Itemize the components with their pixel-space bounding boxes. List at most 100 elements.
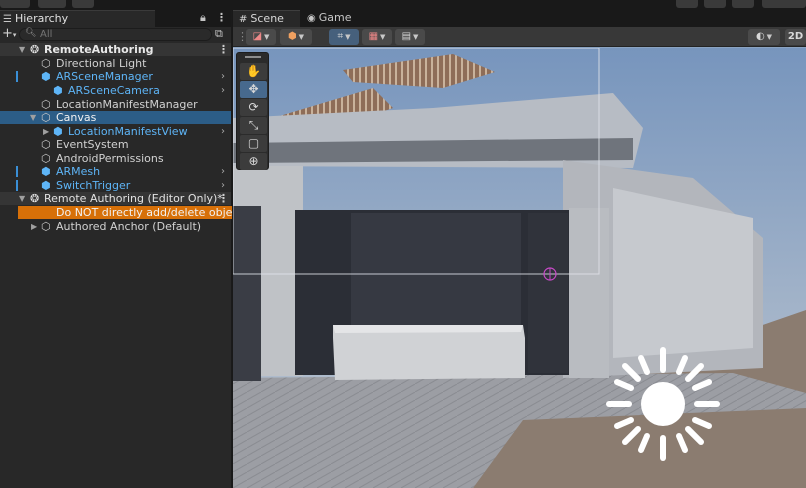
scene-viewport[interactable]: ✋ ✥ ⟳ ⤡ ▢ ⊕ (233, 47, 806, 488)
rect-icon: ▢ (247, 136, 260, 150)
collapse-arrow-icon[interactable]: ▶ (31, 220, 37, 233)
cloud-button[interactable] (38, 0, 66, 8)
prefab-cube-icon: ⬢ (53, 125, 63, 138)
grid-snap-dropdown[interactable]: ⌗ ▼ (329, 29, 359, 45)
hierarchy-item-arscenecamera[interactable]: ⬢ ARSceneCamera › (0, 84, 231, 97)
expand-arrow-icon[interactable]: ▼ (19, 192, 25, 205)
tab-hierarchy[interactable]: ☰ Hierarchy (0, 10, 155, 27)
hierarchy-item-armesh[interactable]: ⬢ ARMesh › (0, 165, 231, 178)
game-tab-label: Game (318, 11, 352, 24)
grid-snap-icon: ⌗ (337, 31, 344, 42)
search-icon: 🔍︎ (25, 28, 37, 38)
hierarchy-search[interactable]: 🔍︎ (19, 28, 212, 41)
tab-scene[interactable]: # Scene (233, 10, 300, 27)
top-toolbar (0, 0, 806, 10)
chevron-down-icon: ▼ (264, 33, 270, 41)
move-icon: ✥ (248, 82, 259, 96)
list-icon: ☰ (3, 14, 12, 25)
expand-arrow-icon[interactable]: ▼ (30, 111, 36, 124)
layout-button[interactable] (762, 0, 806, 8)
overlay-grip[interactable] (245, 56, 261, 58)
scale-tool-button[interactable]: ⤡ (240, 117, 267, 134)
account-button[interactable] (0, 0, 30, 8)
hierarchy-item-directional-light[interactable]: ⬡ Directional Light (0, 57, 231, 70)
hierarchy-search-row: +▾ 🔍︎ ⧉ (0, 26, 231, 42)
unity-logo-icon: ❂ (30, 192, 40, 205)
chevron-right-icon[interactable]: › (221, 70, 225, 83)
search-input[interactable] (40, 29, 200, 40)
prefab-cube-icon: ⬢ (53, 84, 63, 97)
hierarchy-item-switchtrigger[interactable]: ⬢ SwitchTrigger › (0, 179, 231, 192)
hierarchy-item-eventsystem[interactable]: ⬡ EventSystem (0, 138, 231, 151)
gameobject-cube-icon: ⬡ (41, 57, 51, 70)
scene-name: RemoteAuthoring (44, 43, 154, 56)
item-label: Directional Light (56, 57, 147, 70)
hierarchy-item-locationmanifestmanager[interactable]: ⬡ LocationManifestManager (0, 98, 231, 111)
hierarchy-panel: ☰Hierarchy 🔒︎ ⋮ +▾ 🔍︎ ⧉ ▼ ❂ RemoteAuthor… (0, 10, 232, 488)
add-object-button[interactable]: +▾ (2, 26, 16, 41)
item-label: AndroidPermissions (56, 152, 164, 165)
kebab-menu-icon[interactable]: ⋮ (216, 11, 227, 24)
tab-game[interactable]: ◉ Game (301, 10, 361, 27)
hierarchy-tab-label: Hierarchy (14, 12, 69, 25)
prefab-cube-icon: ⬢ (41, 70, 51, 83)
chevron-down-icon: ▼ (298, 33, 305, 41)
chevron-right-icon[interactable]: › (221, 165, 225, 178)
scene-menu-icon[interactable]: ⋮ (218, 43, 229, 56)
scene-row-remote-authoring-editor-only[interactable]: ▼ ❂ Remote Authoring (Editor Only)* ⋮ (0, 192, 231, 205)
gameobject-cube-icon: ⬡ (41, 111, 51, 124)
play-button[interactable] (676, 0, 698, 8)
gizmo-grid-dropdown[interactable]: ▦ ▼ (362, 29, 392, 45)
prefab-cube-icon: ⬢ (41, 179, 51, 192)
scene-panel: ✋ ✥ ⟳ ⤡ ▢ ⊕ # Scene ◉ Game ⋮ ◪ ▼ ⬢ ▼ ⌗ ▼ ▦ ▼ ▤… (233, 10, 806, 488)
expand-arrow-icon[interactable]: ▼ (19, 43, 25, 56)
rotate-tool-button[interactable]: ⟳ (240, 99, 267, 116)
lock-icon[interactable]: 🔒︎ (200, 11, 206, 25)
chevron-down-icon: ▼ (345, 33, 351, 41)
hierarchy-item-authored-anchor[interactable]: ▶ ⬡ Authored Anchor (Default) (0, 220, 231, 233)
scene-row-remote-authoring[interactable]: ▼ ❂ RemoteAuthoring ⋮ (0, 43, 231, 56)
draw-mode-dropdown[interactable]: ◪ ▼ (246, 29, 276, 45)
draw-mode-icon: ◪ (252, 31, 263, 42)
filter-icon[interactable]: ⧉ (215, 27, 223, 41)
hierarchy-item-androidpermissions[interactable]: ⬡ AndroidPermissions (0, 152, 231, 165)
render-mode-dropdown[interactable]: ⬢ ▼ (280, 29, 312, 45)
scene-tools-overlay: ✋ ✥ ⟳ ⤡ ▢ ⊕ (236, 52, 269, 170)
directional-light-gizmo-icon[interactable] (603, 344, 723, 464)
item-label: Authored Anchor (Default) (56, 220, 202, 233)
mode-2d-toggle[interactable]: 2D (785, 29, 806, 45)
hierarchy-item-canvas[interactable]: ▼ ⬡ Canvas (0, 111, 231, 124)
increment-snap-dropdown[interactable]: ▤ ▼ (395, 29, 425, 45)
scene-tabbar: # Scene ◉ Game (233, 10, 806, 27)
chevron-right-icon[interactable]: › (221, 125, 225, 138)
collab-button[interactable] (72, 0, 94, 8)
step-button[interactable] (732, 0, 754, 8)
item-label: ARSceneCamera (68, 84, 160, 97)
transform-icon: ⊕ (248, 154, 259, 168)
pause-button[interactable] (704, 0, 726, 8)
chevron-right-icon[interactable]: › (221, 179, 225, 192)
gameobject-cube-icon: ⬡ (41, 152, 51, 165)
chevron-down-icon: ▼ (380, 33, 386, 41)
rect-tool-button[interactable]: ▢ (240, 135, 267, 152)
item-label: Canvas (56, 111, 97, 124)
shading-dropdown[interactable]: ◐ ▼ (748, 29, 780, 45)
warning-banner: Do NOT directly add/delete objects to (18, 206, 232, 219)
move-tool-button[interactable]: ✥ (240, 81, 267, 98)
ruler-icon: ▤ (401, 31, 412, 42)
hand-tool-button[interactable]: ✋ (240, 63, 267, 80)
override-indicator (16, 71, 18, 82)
transform-tool-button[interactable]: ⊕ (240, 153, 267, 170)
override-indicator (16, 180, 18, 191)
gameobject-cube-icon: ⬡ (41, 220, 51, 233)
hierarchy-item-arscenemanager[interactable]: ⬢ ARSceneManager › (0, 70, 231, 83)
item-label: LocationManifestView (68, 125, 188, 138)
collapse-arrow-icon[interactable]: ▶ (43, 125, 49, 138)
chevron-right-icon[interactable]: › (221, 84, 225, 97)
scene-menu-icon[interactable]: ⋮ (218, 192, 229, 205)
hierarchy-item-locationmanifestview[interactable]: ▶ ⬢ LocationManifestView › (0, 125, 231, 138)
unity-logo-icon: ❂ (30, 43, 40, 56)
gamepad-icon: ◉ (307, 13, 316, 24)
item-label: LocationManifestManager (56, 98, 198, 111)
scene-tab-label: Scene (250, 12, 284, 25)
